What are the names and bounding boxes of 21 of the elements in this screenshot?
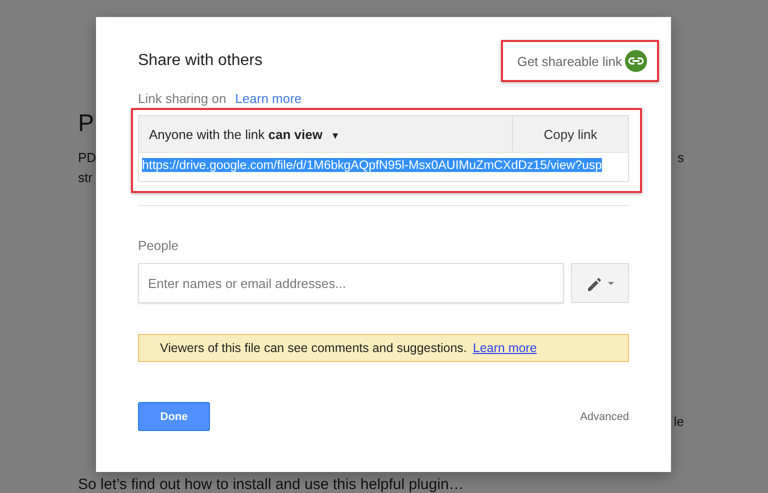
permission-button[interactable] [571,263,629,303]
get-shareable-link-button[interactable]: Get shareable link [517,54,622,68]
link-url-field[interactable]: https://drive.google.com/file/d/1M6bkgAQpfN95l-Msx0AUIMuZmCXdDz15/view?usp [142,158,602,172]
copy-link-button[interactable]: Copy link [512,116,628,152]
body-text: le [674,414,684,431]
learn-more-link[interactable]: Learn more [235,91,302,106]
dialog-title: Share with others [138,52,263,70]
notice-text: Viewers of this file can see comments and suggestions. [160,341,467,355]
link-icon[interactable] [625,50,647,72]
done-button[interactable]: Done [138,402,210,431]
body-text: PD [78,150,96,167]
body-text: s [678,150,684,167]
people-input-field[interactable]: Enter names or email addresses... [138,263,564,303]
body-text: str [78,170,92,187]
access-dropdown[interactable]: Anyone with the link can view ▾ [139,116,512,152]
learn-more-link[interactable]: Learn more [472,341,537,355]
advanced-link[interactable]: Advanced [580,410,629,422]
body-text: So let’s find out how to install and use this helpful plugin… [78,476,464,493]
page-heading: P [78,110,95,139]
people-label: People [138,238,180,253]
link-sharing-status: Link sharing on [138,91,226,106]
